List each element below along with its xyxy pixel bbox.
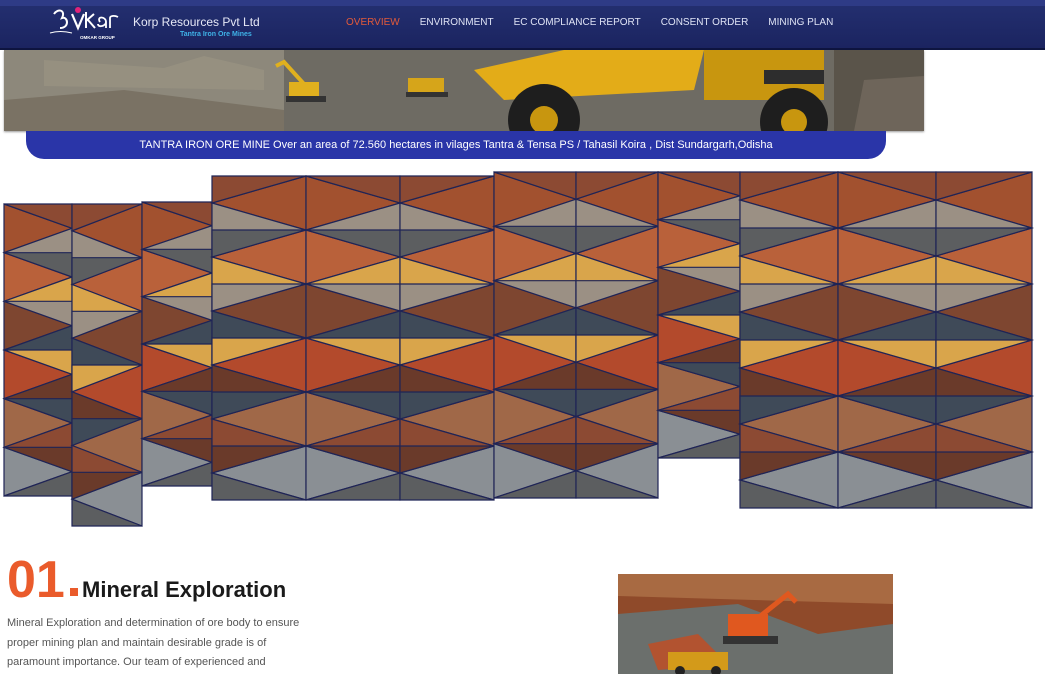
mining-photo-collage	[2, 171, 1035, 527]
section-description: Mineral Exploration and determination of…	[7, 617, 300, 668]
section-number: 01	[7, 551, 65, 609]
nav-ec-compliance-report[interactable]: EC COMPLIANCE REPORT	[514, 17, 641, 28]
nav-overview[interactable]: OVERVIEW	[346, 17, 400, 28]
hero-mining-scene	[4, 50, 924, 131]
exploration-photo	[618, 574, 893, 674]
nav-environment[interactable]: ENVIRONMENT	[420, 17, 494, 28]
nav-mining-plan[interactable]: MINING PLAN	[768, 17, 833, 28]
hero-image	[4, 50, 924, 131]
nav-consent-order[interactable]: CONSENT ORDER	[661, 17, 749, 28]
section-number-dot	[70, 588, 78, 596]
site-header: OMKAR GROUP Korp Resources Pvt Ltd Tantr…	[0, 0, 1045, 50]
excavator-loading-scene	[618, 574, 893, 674]
section-title: Mineral Exploration	[82, 577, 287, 602]
header-sheen	[0, 0, 1045, 6]
company-name: Korp Resources Pvt Ltd	[133, 15, 260, 29]
omkar-logo[interactable]: OMKAR GROUP	[48, 6, 124, 42]
main-nav: OVERVIEW ENVIRONMENT EC COMPLIANCE REPOR…	[346, 17, 853, 28]
site-banner: TANTRA IRON ORE MINE Over an area of 72.…	[26, 131, 886, 159]
logo-tag: OMKAR GROUP	[80, 35, 115, 40]
site-subtitle: Tantra Iron Ore Mines	[180, 31, 252, 38]
